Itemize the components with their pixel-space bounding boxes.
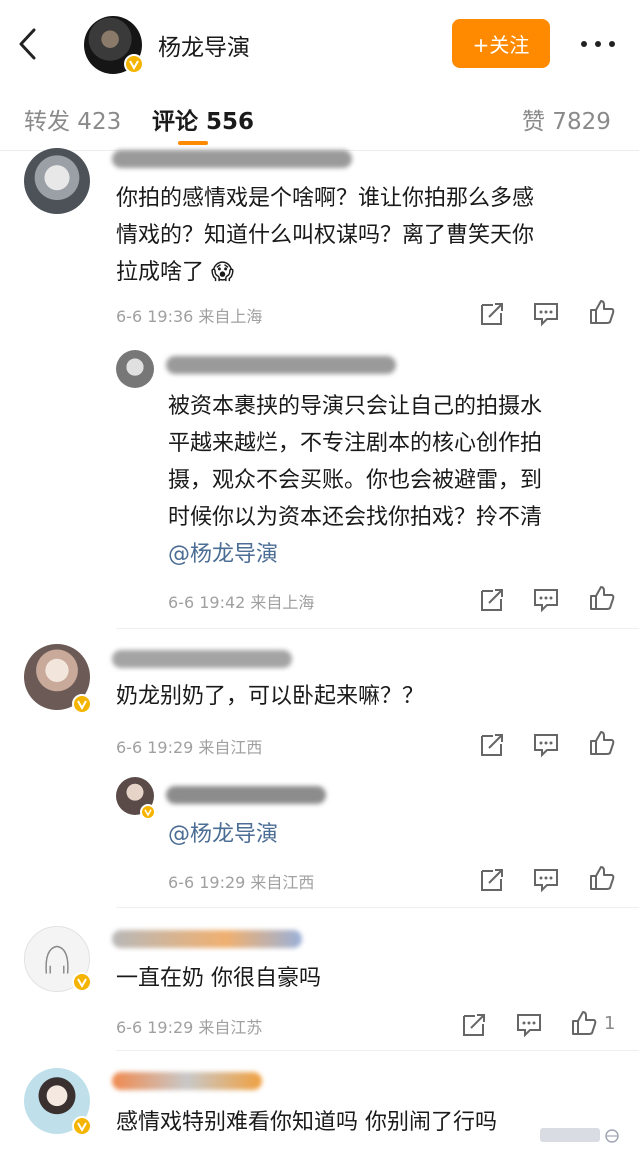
thumbs-up-icon[interactable] xyxy=(588,729,616,757)
commenter-name-blurred xyxy=(112,650,292,668)
more-dots-icon[interactable] xyxy=(578,30,618,58)
verified-badge-icon xyxy=(72,694,92,714)
comment-icon[interactable] xyxy=(532,731,560,759)
comment-meta: 6-6 19:29 来自江西 xyxy=(168,873,315,892)
watermark-logo xyxy=(538,1124,628,1152)
thumbs-up-icon[interactable] xyxy=(588,864,616,892)
tab-reposts[interactable]: 转发 423 xyxy=(24,102,121,136)
tab-likes[interactable]: 赞 7829 xyxy=(522,102,611,136)
share-icon[interactable] xyxy=(460,1011,488,1039)
comment-meta: 6-6 19:29 来自江苏 xyxy=(116,1018,263,1037)
share-icon[interactable] xyxy=(478,866,506,894)
comment-icon[interactable] xyxy=(515,1011,543,1039)
comment-text: 一直在奶 你很自豪吗 xyxy=(116,966,321,991)
divider xyxy=(116,1050,639,1051)
comment-text: 你拍的感情戏是个啥啊？谁让你拍那么多感 情戏的？知道什么叫权谋吗？离了曹笑天你 拉成… xyxy=(116,186,535,285)
follow-button[interactable]: +关注 xyxy=(452,19,550,68)
commenter-name-blurred xyxy=(112,1072,262,1090)
commenter-name-blurred xyxy=(112,150,352,168)
verified-badge-icon xyxy=(72,1116,92,1136)
divider xyxy=(116,628,639,629)
page-title: 杨龙导演 xyxy=(158,35,250,61)
comment-icon[interactable] xyxy=(532,866,560,894)
comment-meta: 6-6 19:29 来自江西 xyxy=(116,738,263,757)
back-chevron-icon[interactable] xyxy=(14,26,44,62)
comment-meta: 6-6 19:36 来自上海 xyxy=(116,307,263,326)
mention-link: @杨龙导演 xyxy=(168,542,279,567)
divider xyxy=(116,907,639,908)
verified-badge-icon xyxy=(140,804,156,820)
mention-link[interactable]: @杨龙导演 xyxy=(168,816,278,853)
commenter-name-blurred xyxy=(166,356,396,374)
share-icon[interactable] xyxy=(478,300,506,328)
commenter-name-blurred xyxy=(112,930,302,948)
comment-icon[interactable] xyxy=(532,586,560,614)
thumbs-up-icon[interactable] xyxy=(570,1009,598,1037)
top-bar: 杨龙导演 +关注 xyxy=(0,0,639,86)
thumbs-up-icon[interactable] xyxy=(588,584,616,612)
comment-icon[interactable] xyxy=(532,300,560,328)
verified-badge-icon xyxy=(124,54,144,74)
active-tab-indicator xyxy=(178,141,208,145)
verified-badge-icon xyxy=(72,972,92,992)
comment-text: 感情戏特别难看你知道吗 你别闹了行吗 xyxy=(116,1110,497,1135)
comment-meta: 6-6 19:42 来自上海 xyxy=(168,593,315,612)
tab-comments[interactable]: 评论 556 xyxy=(152,102,254,136)
commenter-avatar[interactable] xyxy=(116,350,154,388)
tab-bar: 转发 423 评论 556 赞 7829 xyxy=(0,86,639,151)
thumbs-up-icon[interactable] xyxy=(588,298,616,326)
share-icon[interactable] xyxy=(478,731,506,759)
commenter-name-blurred xyxy=(166,786,326,804)
emoji-icon: 😱 xyxy=(211,260,234,285)
comment-text: 被资本裹挟的导演只会让自己的拍摄水 平越来越烂，不专注剧本的核心创作拍 摄，观众不会… xyxy=(168,394,543,567)
share-icon[interactable] xyxy=(478,586,506,614)
commenter-avatar[interactable] xyxy=(24,148,90,214)
like-count: 1 xyxy=(604,1013,616,1034)
comment-text: 奶龙别奶了，可以卧起来嘛？？ xyxy=(116,684,425,709)
